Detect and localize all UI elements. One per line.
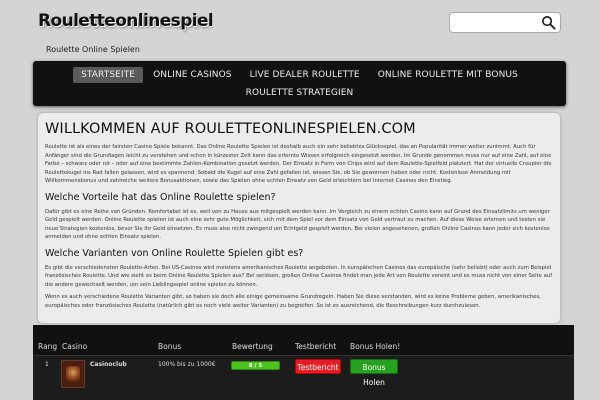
site-logo[interactable]: Rouletteonlinespielen.com (38, 11, 213, 35)
search-input[interactable] (454, 13, 546, 32)
nav-item-roulette-strategien[interactable]: ROULETTE STRATEGIEN (238, 85, 362, 101)
table-row: 1 Casinoclub 100% bis zu 1000€ 8 / 5 Tes… (33, 355, 574, 400)
varianten-paragraph-2: Wenn es auch verschiedene Roulette Varia… (45, 294, 541, 309)
nav-item-online-casinos[interactable]: ONLINE CASINOS (145, 67, 240, 83)
casino-ranking-table: Rang Casino Bonus Bewertung Testbericht … (33, 325, 574, 400)
section-heading-vorteile: Welche Vorteile hat das Online Roulette … (45, 191, 276, 203)
section-heading-varianten: Welche Varianten von Online Roulette Spi… (45, 247, 304, 259)
column-header-bonus: Bonus (158, 342, 182, 351)
nav-item-live-dealer-roulette[interactable]: LIVE DEALER ROULETTE (242, 67, 368, 83)
main-navigation: STARTSEITE ONLINE CASINOS LIVE DEALER RO… (33, 61, 566, 106)
column-header-bonus-holen: Bonus Holen! (350, 342, 401, 351)
intro-paragraph: Roulette ist als eines der fairsten Casi… (45, 144, 552, 184)
page-title: WILLKOMMEN AUF ROULETTEONLINESPIELEN.COM (45, 121, 416, 137)
column-header-testbericht: Testbericht (295, 342, 337, 351)
bonus-cell: 100% bis zu 1000€ (158, 361, 216, 368)
casino-logo[interactable] (61, 360, 85, 388)
site-tagline: Roulette Online Spielen (46, 45, 140, 54)
search-icon[interactable] (541, 15, 556, 30)
review-button[interactable]: Testbericht (295, 359, 341, 374)
search-box[interactable] (449, 12, 561, 33)
nav-item-online-roulette-mit-bonus[interactable]: ONLINE ROULETTE MIT BONUS (370, 67, 526, 83)
vorteile-paragraph: Dafür gibt es eine Reihe von Gründen. Ko… (45, 208, 550, 241)
varianten-paragraph-1: Es gibt die verschiedensten Roulette-Art… (45, 264, 553, 288)
casino-name-link[interactable]: Casinoclub (90, 361, 127, 368)
column-header-bewertung: Bewertung (232, 342, 273, 351)
column-header-casino: Casino (62, 342, 88, 351)
rank-cell: 1 (45, 361, 49, 368)
rating-bar: 8 / 5 (231, 361, 280, 370)
bonus-holen-button[interactable]: Bonus Holen (350, 359, 398, 387)
nav-item-startseite[interactable]: STARTSEITE (73, 67, 144, 83)
main-content: WILLKOMMEN AUF ROULETTEONLINESPIELEN.COM… (38, 113, 560, 323)
rating-value: 8 / 5 (248, 363, 263, 369)
column-header-rang: Rang (38, 342, 58, 351)
